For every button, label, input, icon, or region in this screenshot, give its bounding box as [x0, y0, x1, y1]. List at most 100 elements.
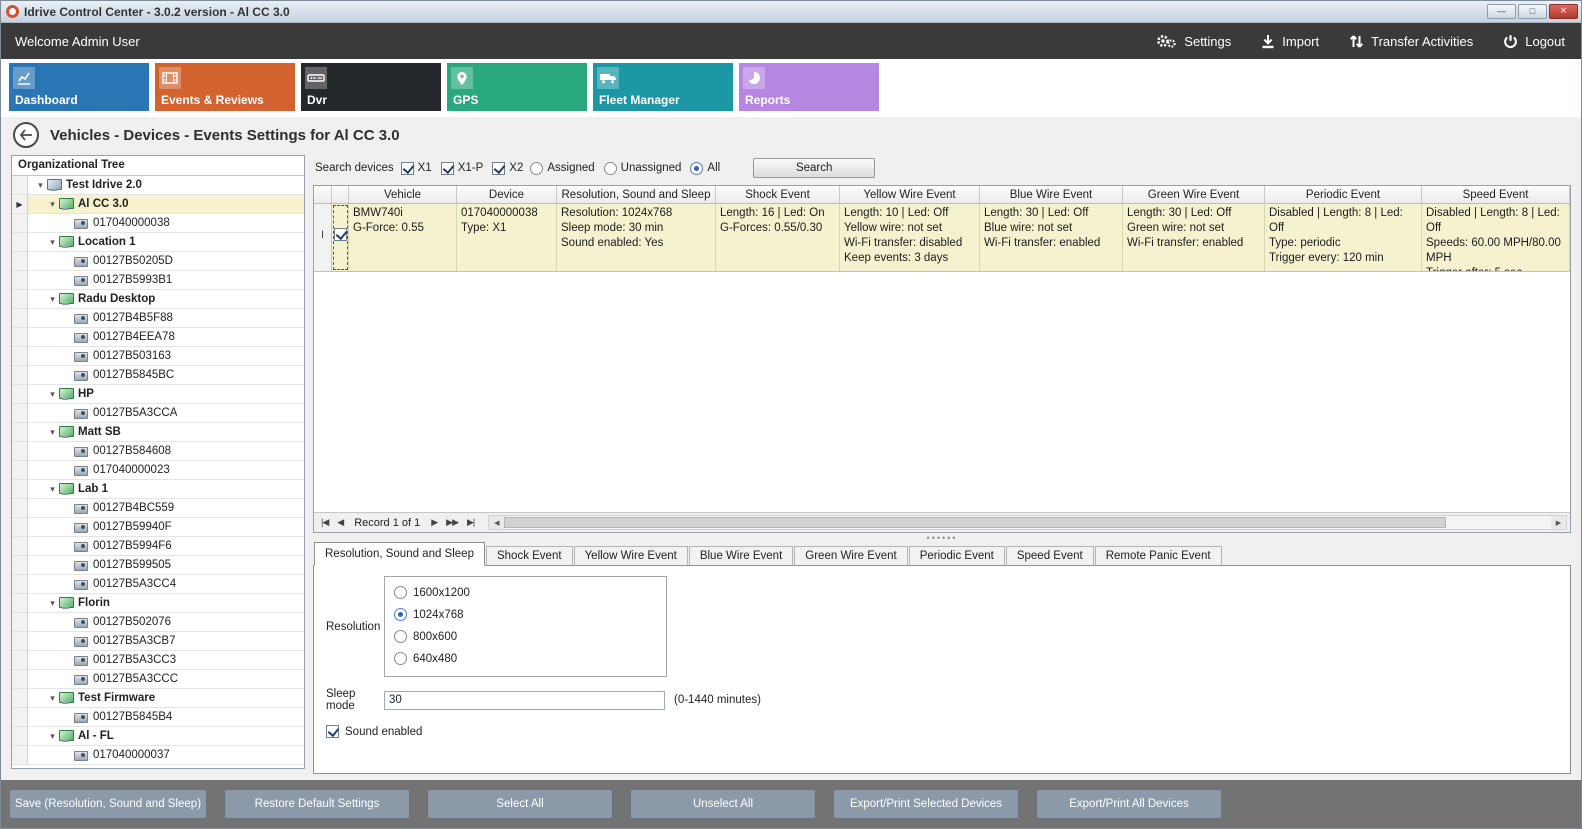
device-grid-row[interactable]: IBMW740i G-Force: 0.55017040000038 Type:…: [314, 204, 1570, 272]
next-page-button[interactable]: ▶▶: [443, 517, 461, 528]
resolution-radio[interactable]: [394, 586, 407, 599]
filter-x1-p[interactable]: X1-P: [441, 162, 484, 175]
topbar-action-logout[interactable]: Logout: [1503, 34, 1565, 49]
scrollbar-track[interactable]: [504, 516, 1551, 529]
tab-green-wire-event[interactable]: Green Wire Event: [794, 546, 907, 566]
next-record-button[interactable]: ▶: [428, 517, 440, 528]
tree-item-00127b4b5f88[interactable]: 00127B4B5F88: [12, 309, 304, 328]
tree-item-00127b502076[interactable]: 00127B502076: [12, 613, 304, 632]
tree-item-hp[interactable]: ▾HP: [12, 385, 304, 404]
sleep-mode-input[interactable]: [384, 691, 665, 710]
filter-x2[interactable]: X2: [492, 162, 523, 175]
topbar-action-settings[interactable]: Settings: [1155, 33, 1231, 49]
unselect-all-button[interactable]: Unselect All: [630, 789, 816, 819]
close-button[interactable]: ×: [1549, 4, 1578, 19]
tab-shock-event[interactable]: Shock Event: [486, 546, 573, 566]
tree-item-lab-1[interactable]: ▾Lab 1: [12, 480, 304, 499]
tab-speed-event[interactable]: Speed Event: [1006, 546, 1094, 566]
tree-expander-icon[interactable]: ▾: [46, 200, 59, 209]
filter-unassigned[interactable]: Unassigned: [604, 162, 682, 175]
tree-item-al-cc-3-0[interactable]: ▶▾Al CC 3.0: [12, 195, 304, 214]
tree-item-017040000037[interactable]: 017040000037: [12, 746, 304, 765]
tree-expander-icon[interactable]: ▾: [34, 181, 47, 190]
tree-item-00127b5994f6[interactable]: 00127B5994F6: [12, 537, 304, 556]
checkbox-x1-p[interactable]: [441, 162, 454, 175]
save-resolution-sound-and-sleep-button[interactable]: Save (Resolution, Sound and Sleep): [9, 789, 207, 819]
tree-item-00127b5a3ccc[interactable]: 00127B5A3CCC: [12, 670, 304, 689]
tree-expander-icon[interactable]: ▾: [46, 390, 59, 399]
tree-item-test-firmware[interactable]: ▾Test Firmware: [12, 689, 304, 708]
resolution-option-800x600[interactable]: 800x600: [394, 630, 666, 643]
tree-expander-icon[interactable]: ▾: [46, 428, 59, 437]
radio-unassigned[interactable]: [604, 162, 617, 175]
tree-item-017040000038[interactable]: 017040000038: [12, 214, 304, 233]
resolution-option-640x480[interactable]: 640x480: [394, 652, 666, 665]
sound-enabled-checkbox[interactable]: [326, 725, 339, 738]
last-record-button[interactable]: ▶|: [464, 517, 477, 528]
first-record-button[interactable]: |◀: [318, 517, 331, 528]
tree-item-radu-desktop[interactable]: ▾Radu Desktop: [12, 290, 304, 309]
tree-item-00127b5a3cc3[interactable]: 00127B5A3CC3: [12, 651, 304, 670]
topbar-action-transfer-activities[interactable]: Transfer Activities: [1349, 34, 1473, 49]
scrollbar-thumb[interactable]: [504, 517, 1446, 528]
row-select-checkbox[interactable]: [334, 228, 347, 241]
radio-all[interactable]: [690, 162, 703, 175]
nav-tile-reports[interactable]: Reports: [739, 63, 879, 111]
tree-item-00127b584608[interactable]: 00127B584608: [12, 442, 304, 461]
tab-yellow-wire-event[interactable]: Yellow Wire Event: [574, 546, 688, 566]
tree-item-00127b5845b4[interactable]: 00127B5845B4: [12, 708, 304, 727]
tab-periodic-event[interactable]: Periodic Event: [909, 546, 1005, 566]
tree-item-00127b59940f[interactable]: 00127B59940F: [12, 518, 304, 537]
tree-item-00127b599505[interactable]: 00127B599505: [12, 556, 304, 575]
scroll-left-icon[interactable]: ◀: [489, 516, 504, 529]
back-button[interactable]: [13, 122, 39, 148]
resolution-radio[interactable]: [394, 608, 407, 621]
tree-item-00127b5a3cc4[interactable]: 00127B5A3CC4: [12, 575, 304, 594]
tree-item-00127b5a3cca[interactable]: 00127B5A3CCA: [12, 404, 304, 423]
prev-page-button[interactable]: ◀: [334, 517, 346, 528]
minimize-button[interactable]: —: [1487, 4, 1516, 19]
filter-all[interactable]: All: [690, 162, 720, 175]
tree-item-00127b5845bc[interactable]: 00127B5845BC: [12, 366, 304, 385]
tree-item-florin[interactable]: ▾Florin: [12, 594, 304, 613]
select-all-button[interactable]: Select All: [427, 789, 613, 819]
nav-tile-events-reviews[interactable]: Events & Reviews: [155, 63, 295, 111]
tree-item-00127b4eea78[interactable]: 00127B4EEA78: [12, 328, 304, 347]
tree-item-00127b4bc559[interactable]: 00127B4BC559: [12, 499, 304, 518]
tree-item-00127b5a3cb7[interactable]: 00127B5A3CB7: [12, 632, 304, 651]
tree-item-00127b50205d[interactable]: 00127B50205D: [12, 252, 304, 271]
tab-blue-wire-event[interactable]: Blue Wire Event: [689, 546, 793, 566]
tree-item-00127b503163[interactable]: 00127B503163: [12, 347, 304, 366]
nav-tile-dvr[interactable]: Dvr: [301, 63, 441, 111]
tree-expander-icon[interactable]: ▾: [46, 694, 59, 703]
tree-expander-icon[interactable]: ▾: [46, 295, 59, 304]
topbar-action-import[interactable]: Import: [1261, 34, 1319, 49]
tree-item-al-fl[interactable]: ▾Al - FL: [12, 727, 304, 746]
export-print-all-devices-button[interactable]: Export/Print All Devices: [1036, 789, 1222, 819]
radio-assigned[interactable]: [530, 162, 543, 175]
tree-expander-icon[interactable]: ▾: [46, 599, 59, 608]
resolution-option-1024x768[interactable]: 1024x768: [394, 608, 666, 621]
checkbox-x1[interactable]: [401, 162, 414, 175]
tree-item-00127b5993b1[interactable]: 00127B5993B1: [12, 271, 304, 290]
resolution-option-1600x1200[interactable]: 1600x1200: [394, 586, 666, 599]
tab-remote-panic-event[interactable]: Remote Panic Event: [1095, 546, 1222, 566]
scroll-right-icon[interactable]: ▶: [1551, 516, 1566, 529]
tree-expander-icon[interactable]: ▾: [46, 732, 59, 741]
maximize-button[interactable]: □: [1518, 4, 1547, 19]
tab-resolution-sound-and-sleep[interactable]: Resolution, Sound and Sleep: [314, 542, 485, 566]
checkbox-x2[interactable]: [492, 162, 505, 175]
tree-expander-icon[interactable]: ▾: [46, 485, 59, 494]
tree-item-017040000023[interactable]: 017040000023: [12, 461, 304, 480]
tree-expander-icon[interactable]: ▾: [46, 238, 59, 247]
tree-item-test-idrive-2-0[interactable]: ▾Test Idrive 2.0: [12, 176, 304, 195]
filter-x1[interactable]: X1: [401, 162, 432, 175]
panel-splitter[interactable]: ••••••: [313, 533, 1571, 542]
grid-horizontal-scrollbar[interactable]: ◀ ▶: [488, 515, 1567, 530]
nav-tile-fleet-manager[interactable]: Fleet Manager: [593, 63, 733, 111]
restore-default-settings-button[interactable]: Restore Default Settings: [224, 789, 410, 819]
export-print-selected-devices-button[interactable]: Export/Print Selected Devices: [833, 789, 1019, 819]
search-button[interactable]: Search: [753, 158, 875, 178]
nav-tile-dashboard[interactable]: Dashboard: [9, 63, 149, 111]
filter-assigned[interactable]: Assigned: [530, 162, 594, 175]
